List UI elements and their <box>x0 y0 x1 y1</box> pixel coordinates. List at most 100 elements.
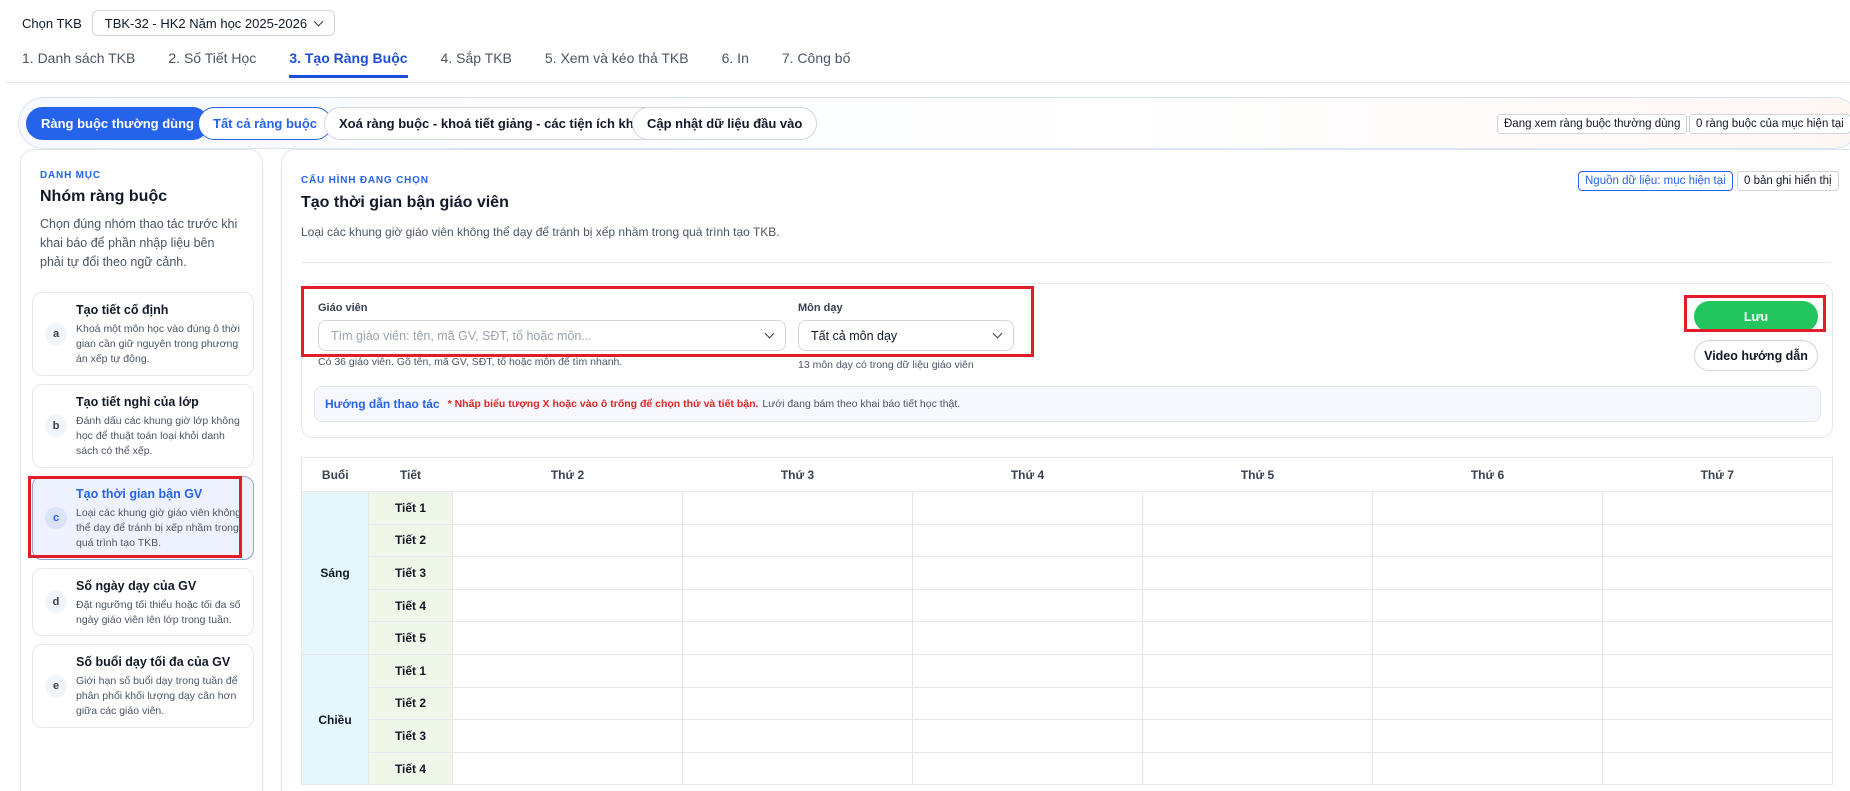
grid-slot-cell[interactable] <box>452 491 683 525</box>
all-constraints-button[interactable]: Tất cả ràng buộc <box>198 107 333 140</box>
grid-slot-cell[interactable] <box>1142 751 1373 786</box>
tab-cong-bo[interactable]: 7. Công bố <box>782 50 851 78</box>
sidebar-item-teaching-days[interactable]: d Số ngày dạy của GV Đặt ngưỡng tối thiể… <box>32 568 254 636</box>
subject-select[interactable]: Tất cả môn dạy <box>798 320 1014 351</box>
grid-slot-cell[interactable] <box>682 751 913 786</box>
grid-slot-cell[interactable] <box>912 751 1143 786</box>
grid-slot-cell[interactable] <box>1372 653 1603 688</box>
grid-slot-cell[interactable] <box>452 653 683 688</box>
grid-slot-cell[interactable] <box>1602 719 1833 753</box>
common-constraints-button[interactable]: Ràng buộc thường dùng <box>26 107 209 140</box>
grid-slot-cell[interactable] <box>1372 556 1603 590</box>
grid-slot-cell[interactable] <box>912 621 1143 655</box>
grid-slot-cell[interactable] <box>1372 719 1603 753</box>
grid-slot-cell[interactable] <box>912 556 1143 590</box>
grid-slot-cell[interactable] <box>1602 621 1833 655</box>
grid-slot-cell[interactable] <box>1372 491 1603 525</box>
sidebar-item-class-break[interactable]: b Tạo tiết nghỉ của lớp Đánh dấu các khu… <box>32 384 254 468</box>
grid-slot-cell[interactable] <box>1142 621 1373 655</box>
grid-slot-cell[interactable] <box>682 523 913 558</box>
grid-slot-cell[interactable] <box>682 719 913 753</box>
grid-header-day: Thứ 7 <box>1602 457 1833 492</box>
timetable-select[interactable]: TBK-32 - HK2 Năm học 2025-2026 <box>91 10 336 36</box>
item-letter-badge: b <box>45 415 67 437</box>
grid-slot-cell[interactable] <box>1602 686 1833 721</box>
tab-sap-tkb[interactable]: 4. Sắp TKB <box>441 50 512 78</box>
sidebar-item-max-sessions[interactable]: e Số buổi dạy tối đa của GV Giới hạn số … <box>32 644 254 728</box>
tab-xem-keo-tha[interactable]: 5. Xem và kéo thả TKB <box>545 50 689 78</box>
grid-slot-cell[interactable] <box>1372 751 1603 786</box>
chevron-down-icon <box>764 328 775 339</box>
usage-guide: Hướng dẫn thao tác * Nhấp biểu tượng X h… <box>314 386 1821 422</box>
grid-slot-cell[interactable] <box>1142 491 1373 525</box>
grid-slot-cell[interactable] <box>1602 556 1833 590</box>
subject-hint: 13 môn dạy có trong dữ liệu giáo viên <box>798 359 974 371</box>
grid-period-cell: Tiết 1 <box>368 491 453 525</box>
teacher-search-input[interactable]: Tìm giáo viên: tên, mã GV, SĐT, tổ hoặc … <box>318 320 786 351</box>
grid-slot-cell[interactable] <box>452 588 683 623</box>
grid-row: Tiết 4 <box>302 751 1833 786</box>
delete-constraints-button[interactable]: Xoá ràng buộc - khoá tiết giảng - các ti… <box>324 107 664 140</box>
item-desc: Đánh dấu các khung giờ lớp không học để … <box>76 415 240 457</box>
grid-slot-cell[interactable] <box>1602 523 1833 558</box>
top-divider <box>5 82 1850 83</box>
grid-slot-cell[interactable] <box>1602 751 1833 786</box>
item-desc: Loại các khung giờ giáo viên không thể d… <box>76 507 242 549</box>
step-tabs: 1. Danh sách TKB 2. Số Tiết Học 3. Tạo R… <box>22 50 883 78</box>
grid-slot-cell[interactable] <box>452 556 683 590</box>
grid-slot-cell[interactable] <box>682 653 913 688</box>
guide-warning: * Nhấp biểu tượng X hoặc vào ô trống để … <box>447 398 759 410</box>
grid-slot-cell[interactable] <box>452 523 683 558</box>
grid-slot-cell[interactable] <box>1142 653 1373 688</box>
grid-slot-cell[interactable] <box>912 523 1143 558</box>
grid-row: Tiết 2 <box>302 686 1833 721</box>
grid-slot-cell[interactable] <box>1142 588 1373 623</box>
grid-header-session: Buổi <box>301 457 369 492</box>
grid-header-day: Thứ 3 <box>682 457 913 492</box>
grid-slot-cell[interactable] <box>1142 686 1373 721</box>
tab-so-tiet-hoc[interactable]: 2. Số Tiết Học <box>168 50 256 78</box>
grid-slot-cell[interactable] <box>912 686 1143 721</box>
grid-slot-cell[interactable] <box>1142 523 1373 558</box>
grid-slot-cell[interactable] <box>912 653 1143 688</box>
guide-title: Hướng dẫn thao tác <box>325 397 440 411</box>
grid-slot-cell[interactable] <box>682 686 913 721</box>
timetable-select-row: Chọn TKB TBK-32 - HK2 Năm học 2025-2026 <box>22 10 336 36</box>
grid-slot-cell[interactable] <box>452 751 683 786</box>
grid-slot-cell[interactable] <box>1602 653 1833 688</box>
grid-slot-cell[interactable] <box>1142 719 1373 753</box>
grid-slot-cell[interactable] <box>1372 686 1603 721</box>
grid-slot-cell[interactable] <box>682 588 913 623</box>
tab-danh-sach-tkb[interactable]: 1. Danh sách TKB <box>22 50 135 78</box>
grid-slot-cell[interactable] <box>1372 588 1603 623</box>
grid-slot-cell[interactable] <box>912 588 1143 623</box>
update-input-data-button[interactable]: Cập nhật dữ liệu đầu vào <box>632 107 818 140</box>
grid-slot-cell[interactable] <box>452 621 683 655</box>
grid-slot-cell[interactable] <box>1372 523 1603 558</box>
grid-slot-cell[interactable] <box>912 491 1143 525</box>
grid-row: Chiều Tiết 1 <box>301 653 1833 786</box>
grid-slot-cell[interactable] <box>682 491 913 525</box>
tab-tao-rang-buoc[interactable]: 3. Tạo Ràng Buộc <box>289 50 408 78</box>
save-button[interactable]: Lưu <box>1694 301 1818 332</box>
grid-period-cell: Tiết 3 <box>368 556 453 590</box>
grid-slot-cell[interactable] <box>1602 491 1833 525</box>
grid-slot-cell[interactable] <box>1142 556 1373 590</box>
grid-slot-cell[interactable] <box>452 719 683 753</box>
chevron-down-icon <box>313 16 324 26</box>
grid-slot-cell[interactable] <box>682 621 913 655</box>
sidebar-item-teacher-busy[interactable]: c Tạo thời gian bận GV Loại các khung gi… <box>32 476 254 560</box>
grid-slot-cell[interactable] <box>682 556 913 590</box>
grid-slot-cell[interactable] <box>912 719 1143 753</box>
grid-slot-cell[interactable] <box>452 686 683 721</box>
grid-body: Sáng Tiết 1 Tiết 2 Tiết 3 Tiết 4 Tiết 5 Chiều T… <box>301 491 1833 786</box>
video-guide-button[interactable]: Video hướng dẫn <box>1694 340 1818 371</box>
item-title: Tạo tiết cố định <box>76 303 169 317</box>
config-desc: Loại các khung giờ giáo viên không thể d… <box>301 225 780 239</box>
grid-slot-cell[interactable] <box>1602 588 1833 623</box>
grid-period-cell: Tiết 3 <box>368 719 453 753</box>
subject-label: Môn dạy <box>798 302 843 314</box>
sidebar-item-fixed-period[interactable]: a Tạo tiết cố định Khoá một môn học vào … <box>32 292 254 376</box>
tab-in[interactable]: 6. In <box>722 50 749 78</box>
grid-slot-cell[interactable] <box>1372 621 1603 655</box>
